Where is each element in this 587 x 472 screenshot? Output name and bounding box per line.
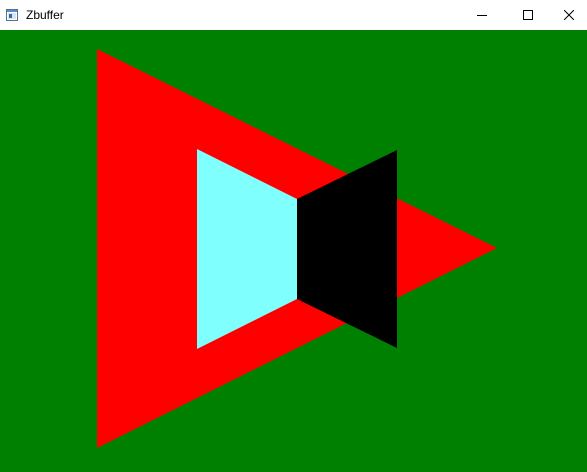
minimize-icon [477,10,487,20]
app-window-icon [6,8,18,21]
title-bar[interactable]: Zbuffer [0,0,587,30]
app-window: Zbuffer [0,0,587,472]
close-icon [564,10,574,20]
close-button[interactable] [551,0,587,30]
render-canvas[interactable] [0,30,587,472]
window-title: Zbuffer [26,8,64,22]
maximize-icon [523,10,533,20]
minimize-button[interactable] [459,0,505,30]
maximize-button[interactable] [505,0,551,30]
